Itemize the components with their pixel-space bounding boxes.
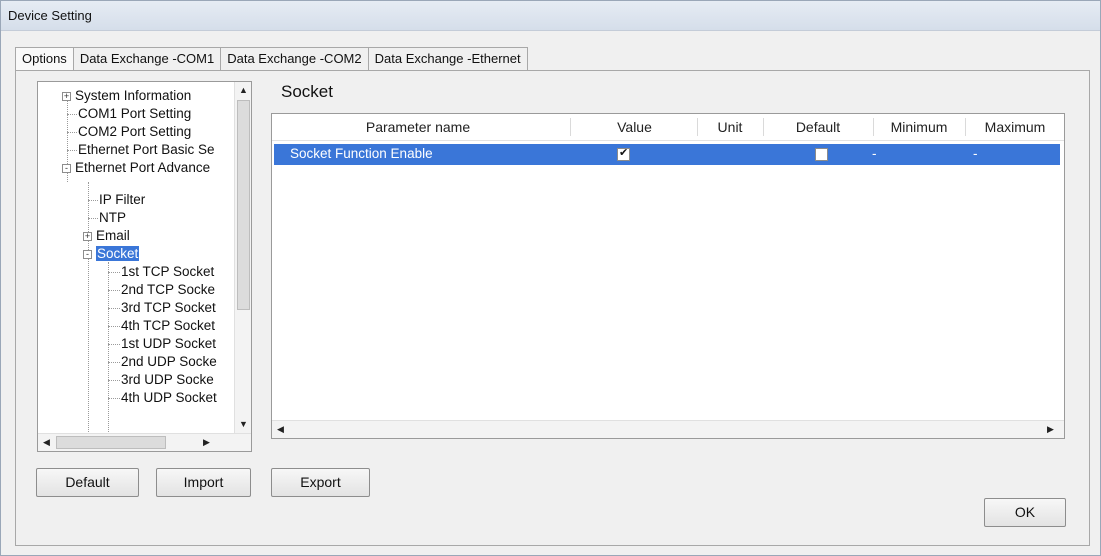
settings-tree[interactable]: + System Information COM1 Port Setting CO…	[37, 81, 252, 452]
tab-data-exchange-com1[interactable]: Data Exchange -COM1	[72, 47, 222, 70]
tree-content: + System Information COM1 Port Setting CO…	[38, 82, 235, 433]
scroll-down-icon[interactable]: ▼	[235, 416, 251, 433]
tree-item-ethernet-port-advance[interactable]: - Ethernet Port Advance	[62, 159, 210, 177]
scroll-left-icon[interactable]: ◀	[38, 434, 55, 451]
minimum-cell: -	[872, 146, 877, 161]
table-row[interactable]: Socket Function Enable - -	[274, 144, 1060, 165]
default-checkbox	[815, 148, 828, 161]
tree-item-ethernet-port-basic[interactable]: Ethernet Port Basic Se	[78, 141, 215, 159]
scroll-right-icon[interactable]: ▶	[198, 434, 215, 451]
maximum-cell: -	[973, 146, 978, 161]
collapse-icon[interactable]: -	[62, 163, 71, 173]
device-setting-window: Device Setting Options Data Exchange -CO…	[0, 0, 1101, 556]
tree-item-com1-port-setting[interactable]: COM1 Port Setting	[78, 105, 191, 123]
ok-button[interactable]: OK	[984, 498, 1066, 527]
default-button[interactable]: Default	[36, 468, 139, 497]
tab-data-exchange-com2[interactable]: Data Exchange -COM2	[220, 47, 369, 70]
tree-item-3rd-udp-socket[interactable]: 3rd UDP Socke	[121, 371, 214, 389]
tree-horizontal-scrollbar[interactable]: ◀ ▶	[38, 433, 251, 451]
tree-item-ip-filter[interactable]: IP Filter	[99, 191, 145, 209]
grid-header: Parameter name Value Unit Default Minimu…	[272, 114, 1064, 141]
column-header-default[interactable]: Default	[763, 119, 873, 135]
tree-item-system-information[interactable]: + System Information	[62, 87, 191, 105]
tab-options[interactable]: Options	[15, 47, 74, 71]
column-header-unit[interactable]: Unit	[697, 119, 763, 135]
export-button[interactable]: Export	[271, 468, 370, 497]
value-checkbox[interactable]	[617, 146, 630, 161]
panel-title: Socket	[281, 82, 333, 101]
tree-item-4th-udp-socket[interactable]: 4th UDP Socket	[121, 389, 217, 407]
grid-horizontal-scrollbar[interactable]: ◀ ▶	[272, 420, 1064, 438]
column-header-value[interactable]: Value	[572, 119, 697, 135]
scroll-up-icon[interactable]: ▲	[235, 82, 251, 99]
scroll-left-icon[interactable]: ◀	[272, 421, 289, 438]
tree-item-1st-tcp-socket[interactable]: 1st TCP Socket	[121, 263, 214, 281]
collapse-icon[interactable]: -	[83, 249, 92, 259]
scroll-thumb[interactable]	[56, 436, 166, 449]
tree-item-3rd-tcp-socket[interactable]: 3rd TCP Socket	[121, 299, 216, 317]
tree-item-1st-udp-socket[interactable]: 1st UDP Socket	[121, 335, 216, 353]
tree-item-ntp[interactable]: NTP	[99, 209, 126, 227]
import-button[interactable]: Import	[156, 468, 251, 497]
expand-icon[interactable]: +	[83, 231, 92, 241]
tree-item-4th-tcp-socket[interactable]: 4th TCP Socket	[121, 317, 215, 335]
window-title: Device Setting	[8, 8, 92, 23]
parameter-name-cell: Socket Function Enable	[290, 146, 433, 161]
tree-item-socket[interactable]: - Socket	[83, 245, 140, 263]
tree-item-email[interactable]: + Email	[83, 227, 130, 245]
tree-vertical-scrollbar[interactable]: ▲ ▼	[234, 82, 251, 433]
expand-icon[interactable]: +	[62, 91, 71, 101]
scroll-thumb[interactable]	[237, 100, 250, 310]
tree-item-com2-port-setting[interactable]: COM2 Port Setting	[78, 123, 191, 141]
tab-data-exchange-ethernet[interactable]: Data Exchange -Ethernet	[367, 47, 528, 70]
title-bar[interactable]: Device Setting	[1, 1, 1100, 31]
column-header-maximum[interactable]: Maximum	[965, 119, 1064, 135]
column-header-parameter-name[interactable]: Parameter name	[272, 119, 564, 135]
parameter-grid: Parameter name Value Unit Default Minimu…	[271, 113, 1065, 439]
tab-strip: Options Data Exchange -COM1 Data Exchang…	[15, 47, 528, 71]
scroll-right-icon[interactable]: ▶	[1042, 421, 1059, 438]
tree-item-2nd-udp-socket[interactable]: 2nd UDP Socke	[121, 353, 217, 371]
column-header-minimum[interactable]: Minimum	[873, 119, 965, 135]
tree-item-2nd-tcp-socket[interactable]: 2nd TCP Socke	[121, 281, 215, 299]
